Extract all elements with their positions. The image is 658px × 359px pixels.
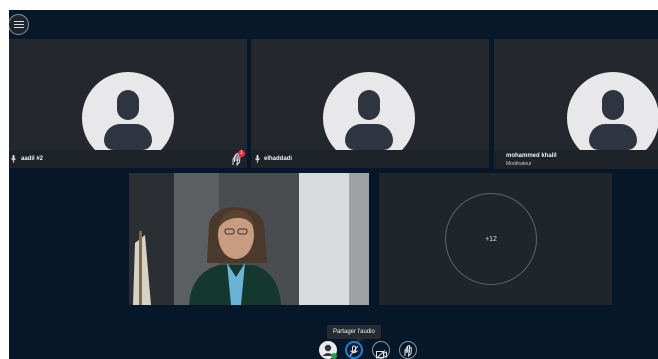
raise-hand-button[interactable] bbox=[399, 341, 417, 359]
menu-button[interactable] bbox=[9, 14, 29, 35]
participant-label-bar: aadil #2 1 bbox=[9, 150, 247, 168]
conference-window: aadil #2 1 elhaddadi mohammed khalil Mod… bbox=[9, 10, 658, 359]
participant-name: elhaddadi bbox=[264, 156, 293, 162]
top-bar bbox=[9, 10, 658, 40]
notification-badge: 1 bbox=[238, 150, 245, 157]
participant-name: mohammed khalil bbox=[506, 153, 557, 159]
participant-name: aadil #2 bbox=[21, 156, 44, 162]
microphone-icon bbox=[255, 155, 260, 163]
mute-button[interactable] bbox=[345, 341, 363, 359]
camera-off-icon bbox=[375, 346, 387, 359]
audio-button[interactable] bbox=[319, 341, 337, 359]
hand-raise-icon bbox=[403, 344, 414, 359]
video-frame bbox=[129, 173, 369, 305]
more-participants-count: +12 bbox=[485, 236, 497, 243]
more-participants-circle: +12 bbox=[445, 193, 537, 285]
participant-tile[interactable] bbox=[494, 39, 658, 167]
more-participants-tile[interactable]: +12 bbox=[379, 173, 612, 305]
participant-label-bar: elhaddadi bbox=[251, 150, 489, 168]
participant-tile[interactable] bbox=[9, 39, 247, 167]
microphone-icon bbox=[11, 155, 16, 163]
webcam-video[interactable] bbox=[129, 173, 369, 305]
status-dot bbox=[331, 353, 337, 359]
camera-button[interactable] bbox=[372, 341, 390, 359]
participant-label-bar: mohammed khalil Modérateur bbox=[494, 150, 658, 169]
mic-muted-icon bbox=[349, 344, 359, 359]
participant-role: Modérateur bbox=[506, 161, 532, 167]
audio-tooltip: Partager l'audio bbox=[327, 325, 381, 343]
participant-tile[interactable] bbox=[251, 39, 489, 167]
